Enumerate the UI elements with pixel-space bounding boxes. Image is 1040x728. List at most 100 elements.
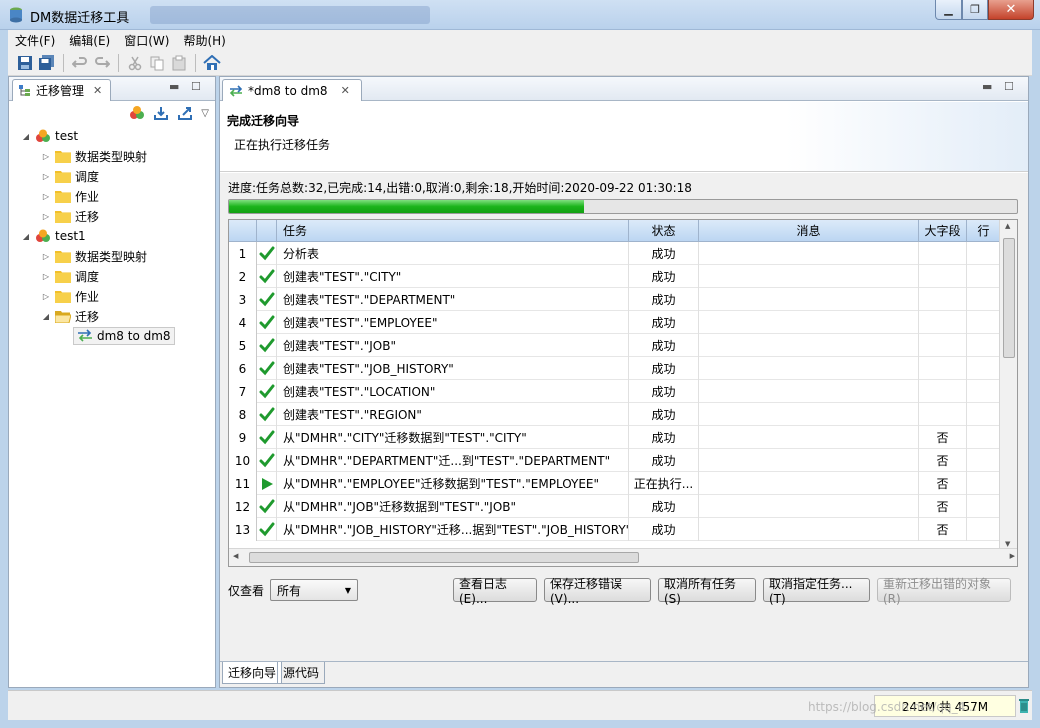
vertical-scroll-thumb[interactable]	[1003, 238, 1015, 358]
home-icon[interactable]	[201, 52, 223, 74]
table-row[interactable]: 7 创建表"TEST"."LOCATION" 成功	[229, 380, 1001, 403]
collapsed-arrow-icon[interactable]: ▷	[41, 272, 51, 281]
collapsed-arrow-icon[interactable]: ▷	[41, 212, 51, 221]
status-icon-cell	[257, 472, 277, 495]
expanded-arrow-icon[interactable]: ◢	[41, 312, 51, 321]
scroll-left-arrow[interactable]: ◀	[233, 552, 238, 560]
collapsed-arrow-icon[interactable]: ▷	[41, 172, 51, 181]
table-row[interactable]: 4 创建表"TEST"."EMPLOYEE" 成功	[229, 311, 1001, 334]
import-icon[interactable]	[153, 105, 169, 121]
new-migration-icon[interactable]	[129, 105, 145, 121]
maximize-button[interactable]: ❐	[962, 0, 988, 20]
column-header-lob[interactable]: 大字段	[919, 220, 967, 242]
row-number: 9	[229, 426, 257, 449]
export-icon[interactable]	[177, 105, 193, 121]
menu-edit[interactable]: 编辑(E)	[62, 32, 117, 49]
status-cell: 成功	[629, 426, 699, 449]
table-row[interactable]: 13 从"DMHR"."JOB_HISTORY"迁移...据到"TEST"."JO…	[229, 518, 1001, 541]
status-icon-cell	[257, 403, 277, 426]
editor-tabbar: *dm8 to dm8 ✕ ▬ ☐	[220, 77, 1028, 101]
collapsed-arrow-icon[interactable]: ▷	[41, 292, 51, 301]
tree-node[interactable]: ▷ 调度	[41, 266, 99, 286]
tree-view-icon	[19, 84, 30, 96]
close-tab-icon[interactable]: ✕	[341, 84, 350, 97]
window-title: DM数据迁移工具	[30, 11, 130, 26]
check-icon	[259, 453, 274, 467]
scroll-down-arrow[interactable]: ▼	[1005, 540, 1010, 548]
table-row[interactable]: 8 创建表"TEST"."REGION" 成功	[229, 403, 1001, 426]
close-button[interactable]: ✕	[988, 0, 1034, 20]
scroll-right-arrow[interactable]: ▶	[1010, 552, 1015, 560]
undo-icon[interactable]	[69, 52, 91, 74]
tab-dm8-to-dm8[interactable]: *dm8 to dm8 ✕	[222, 79, 362, 101]
task-cell: 创建表"TEST"."JOB"	[277, 334, 629, 357]
tree-node[interactable]: ▷ 调度	[41, 166, 99, 186]
collapsed-arrow-icon[interactable]: ▷	[41, 192, 51, 201]
copy-icon[interactable]	[146, 52, 168, 74]
horizontal-scroll-thumb[interactable]	[249, 552, 639, 563]
folder-icon	[55, 271, 71, 283]
tree-node[interactable]: ▷ 作业	[41, 286, 99, 306]
tree-node[interactable]: ▷ 数据类型映射	[41, 146, 147, 166]
horizontal-scrollbar[interactable]: ◀ ▶	[229, 548, 1017, 566]
close-tab-icon[interactable]: ✕	[93, 84, 102, 97]
table-row[interactable]: 6 创建表"TEST"."JOB_HISTORY" 成功	[229, 357, 1001, 380]
column-header-status[interactable]: 状态	[629, 220, 699, 242]
expanded-arrow-icon[interactable]: ◢	[21, 132, 31, 141]
tab-migration-wizard[interactable]: 迁移向导	[222, 662, 283, 684]
task-cell: 从"DMHR"."JOB"迁移数据到"TEST"."JOB"	[277, 495, 629, 518]
retry-failed-button[interactable]: 重新迁移出错的对象(R)	[877, 577, 1011, 606]
maximize-view-icon[interactable]: ☐	[191, 80, 201, 93]
column-header-task[interactable]: 任务	[277, 220, 629, 242]
vertical-scrollbar[interactable]: ▲ ▼	[999, 220, 1017, 550]
minimize-button[interactable]: ▁	[935, 0, 962, 20]
table-row[interactable]: 5 创建表"TEST"."JOB" 成功	[229, 334, 1001, 357]
cancel-all-tasks-button[interactable]: 取消所有任务(S)	[658, 577, 756, 606]
save-errors-button[interactable]: 保存迁移错误(V)...	[544, 577, 651, 606]
table-row[interactable]: 9 从"DMHR"."CITY"迁移数据到"TEST"."CITY" 成功 否	[229, 426, 1001, 449]
table-row[interactable]: 12 从"DMHR"."JOB"迁移数据到"TEST"."JOB" 成功 否	[229, 495, 1001, 518]
filter-select[interactable]: 所有 ▼	[270, 579, 359, 601]
column-header-message[interactable]: 消息	[699, 220, 919, 242]
table-row[interactable]: 2 创建表"TEST"."CITY" 成功	[229, 265, 1001, 288]
save-icon[interactable]	[14, 52, 36, 74]
scroll-up-arrow[interactable]: ▲	[1005, 222, 1010, 230]
table-row[interactable]: 11 从"DMHR"."EMPLOYEE"迁移数据到"TEST"."EMPLOYE…	[229, 472, 1001, 495]
cancel-selected-task-button[interactable]: 取消指定任务...(T)	[763, 577, 870, 606]
table-row[interactable]: 10 从"DMHR"."DEPARTMENT"迁...到"TEST"."DEPAR…	[229, 449, 1001, 472]
row-number: 5	[229, 334, 257, 357]
view-menu-icon[interactable]: ▽	[201, 108, 209, 119]
table-row[interactable]: 1 分析表 成功	[229, 242, 1001, 265]
tree-node[interactable]: dm8 to dm8	[73, 326, 175, 346]
menu-file[interactable]: 文件(F)	[8, 32, 62, 49]
expanded-arrow-icon[interactable]: ◢	[21, 232, 31, 241]
tree-node[interactable]: ▷ 作业	[41, 186, 99, 206]
table-row[interactable]: 3 创建表"TEST"."DEPARTMENT" 成功	[229, 288, 1001, 311]
tree-node-label: 迁移	[75, 309, 100, 324]
tab-source-code[interactable]: 源代码	[277, 662, 326, 684]
view-log-button[interactable]: 查看日志(E)...	[453, 577, 537, 606]
column-header-rows[interactable]: 行	[967, 220, 1001, 242]
cut-icon[interactable]	[124, 52, 146, 74]
save-all-icon[interactable]	[36, 52, 58, 74]
menu-window[interactable]: 窗口(W)	[117, 32, 176, 49]
trash-icon[interactable]	[1018, 696, 1030, 714]
tree-node[interactable]: ◢ test1	[21, 226, 86, 246]
collapsed-arrow-icon[interactable]: ▷	[41, 252, 51, 261]
collapsed-arrow-icon[interactable]: ▷	[41, 152, 51, 161]
status-cell: 成功	[629, 449, 699, 472]
tab-migration-manager[interactable]: 迁移管理 ✕	[12, 79, 112, 101]
menu-help[interactable]: 帮助(H)	[176, 32, 232, 49]
selected-tree-node[interactable]: dm8 to dm8	[73, 327, 175, 345]
tree-node[interactable]: ◢ 迁移	[41, 306, 99, 326]
redo-icon[interactable]	[91, 52, 113, 74]
lob-cell	[919, 380, 967, 403]
tree-node[interactable]: ◢ test	[21, 126, 78, 146]
paste-icon[interactable]	[168, 52, 190, 74]
tree-node[interactable]: ▷ 数据类型映射	[41, 246, 147, 266]
tree-node[interactable]: ▷ 迁移	[41, 206, 99, 226]
maximize-editor-icon[interactable]: ☐	[1004, 80, 1014, 93]
minimize-editor-icon[interactable]: ▬	[982, 80, 992, 93]
tab-migration-manager-label: 迁移管理	[36, 84, 85, 98]
minimize-view-icon[interactable]: ▬	[169, 80, 179, 93]
